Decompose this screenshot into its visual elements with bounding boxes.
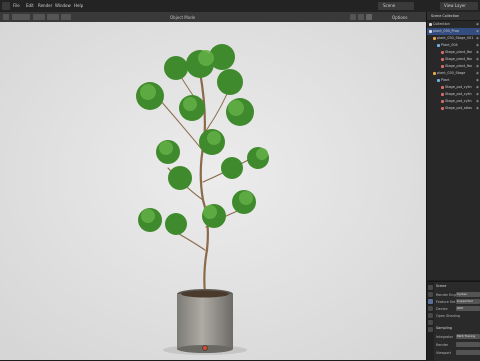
outliner-row-label: Plant xyxy=(441,78,450,82)
menu-render[interactable]: Render xyxy=(38,3,52,8)
mesh-icon xyxy=(437,78,440,82)
blender-menu-button[interactable] xyxy=(2,2,10,10)
object-icon xyxy=(433,36,436,40)
view-layer-label: View Layer xyxy=(444,3,466,8)
output-icon[interactable] xyxy=(428,292,433,297)
outliner-row[interactable]: plant_030_Stage ◉ xyxy=(427,70,480,77)
plant-render xyxy=(0,22,426,360)
outliner-row-label: Stage_plant_fbx xyxy=(445,64,473,68)
outliner-row[interactable]: plant_030_Stage_001 ◉ xyxy=(427,35,480,42)
modifier-icon[interactable] xyxy=(428,320,433,325)
outliner-row-label: plant_030_Stage_001 xyxy=(437,36,474,40)
feature-set-label: Feature Set xyxy=(436,300,456,304)
material-icon[interactable] xyxy=(428,327,433,332)
outliner-row[interactable]: Stage_pot_cylin ◉ xyxy=(427,91,480,98)
outliner-row-label: Stage_pot_cylin xyxy=(445,92,472,96)
device-label: Device xyxy=(436,307,448,311)
sampling-section[interactable]: Sampling xyxy=(436,326,452,330)
eye-icon[interactable]: ◉ xyxy=(476,63,479,70)
world-icon[interactable] xyxy=(428,306,433,311)
render-samples-label: Render xyxy=(436,343,449,347)
collection-icon xyxy=(429,29,432,33)
eye-icon[interactable]: ◉ xyxy=(476,35,479,42)
eye-icon[interactable]: ◉ xyxy=(476,28,479,35)
material-icon xyxy=(441,85,444,89)
menu-window[interactable]: Window xyxy=(55,3,71,8)
material-icon xyxy=(441,64,444,68)
eye-icon[interactable]: ◉ xyxy=(476,105,479,112)
outliner-row-label: Collection xyxy=(433,22,450,26)
outliner-row[interactable]: Plant_004 ◉ xyxy=(427,42,480,49)
eye-icon[interactable]: ◉ xyxy=(476,91,479,98)
eye-icon[interactable]: ◉ xyxy=(476,42,479,49)
eye-icon[interactable]: ◉ xyxy=(476,98,479,105)
device-select[interactable]: GPU xyxy=(456,306,480,311)
properties-panel: Scene Render Engine Cycles Feature Set S… xyxy=(426,281,480,361)
outliner-row[interactable]: Plant ◉ xyxy=(427,77,480,84)
open-shading-label: Open Shading xyxy=(436,314,460,318)
properties-tabs xyxy=(427,282,434,361)
outliner-row-label: Stage_pot_cylin xyxy=(445,99,472,103)
outliner-row[interactable]: plant_030_Prop ◉ xyxy=(427,28,480,35)
eye-icon[interactable]: ◉ xyxy=(476,77,479,84)
outliner-row[interactable]: Stage_pot_cylin ◉ xyxy=(427,84,480,91)
outliner-title: Scene Collection xyxy=(431,14,460,18)
eye-icon[interactable]: ◉ xyxy=(476,70,479,77)
outliner-row-label: Stage_plant_fbx xyxy=(445,57,473,61)
eye-icon[interactable]: ◉ xyxy=(476,84,479,91)
outliner-row-label: plant_030_Prop xyxy=(433,29,460,33)
collection-icon xyxy=(429,22,432,26)
material-icon xyxy=(441,99,444,103)
scene-icon[interactable] xyxy=(428,299,433,304)
eye-icon[interactable]: ◉ xyxy=(476,21,479,28)
material-icon xyxy=(441,57,444,61)
outliner-header: Scene Collection xyxy=(427,12,480,21)
properties-title: Scene xyxy=(436,284,447,288)
outliner-panel: Scene Collection Collection ◉ plant_030_Pr… xyxy=(426,12,480,280)
material-icon xyxy=(441,92,444,96)
outliner-row[interactable]: Stage_pot_cylin ◉ xyxy=(427,98,480,105)
outliner-row[interactable]: Stage_plant_fbx ◉ xyxy=(427,49,480,56)
3d-viewport[interactable]: Object Mode Options User Perspective (1)… xyxy=(0,12,426,360)
object-icon[interactable] xyxy=(428,313,433,318)
outliner-row-label: Plant_004 xyxy=(441,43,458,47)
scene-label: Scene xyxy=(383,3,396,8)
outliner-row-label: Stage_plant_fbx xyxy=(445,50,473,54)
viewport-samples-label: Viewport xyxy=(436,351,451,355)
viewport-samples-field[interactable] xyxy=(456,350,480,355)
outliner-row-label: plant_030_Stage xyxy=(437,71,466,75)
feature-set-select[interactable]: Supported xyxy=(456,299,480,304)
render-engine-select[interactable]: Cycles xyxy=(456,292,480,297)
menu-file[interactable]: File xyxy=(13,3,20,8)
menu-help[interactable]: Help xyxy=(74,3,83,8)
outliner-row[interactable]: Collection ◉ xyxy=(427,21,480,28)
material-icon xyxy=(441,50,444,54)
object-icon xyxy=(433,71,436,75)
eye-icon[interactable]: ◉ xyxy=(476,56,479,63)
render-samples-field[interactable] xyxy=(456,342,480,347)
eye-icon[interactable]: ◉ xyxy=(476,49,479,56)
outliner-tree: Collection ◉ plant_030_Prop ◉ plant_030_Stag… xyxy=(427,21,480,112)
outliner-row[interactable]: Stage_plant_fbx ◉ xyxy=(427,63,480,70)
mesh-icon xyxy=(437,43,440,47)
render-icon[interactable] xyxy=(428,285,433,290)
outliner-row-label: Stage_pot_cylin xyxy=(445,85,472,89)
menu-edit[interactable]: Edit xyxy=(26,3,34,8)
outliner-row[interactable]: Stage_pot_atlas ◉ xyxy=(427,105,480,112)
outliner-row[interactable]: Stage_plant_fbx ◉ xyxy=(427,56,480,63)
outliner-row-label: Stage_pot_atlas xyxy=(445,106,472,110)
material-icon xyxy=(441,106,444,110)
integrator-label: Integrator xyxy=(436,335,453,339)
integrator-select[interactable]: Path Tracing xyxy=(456,334,480,339)
